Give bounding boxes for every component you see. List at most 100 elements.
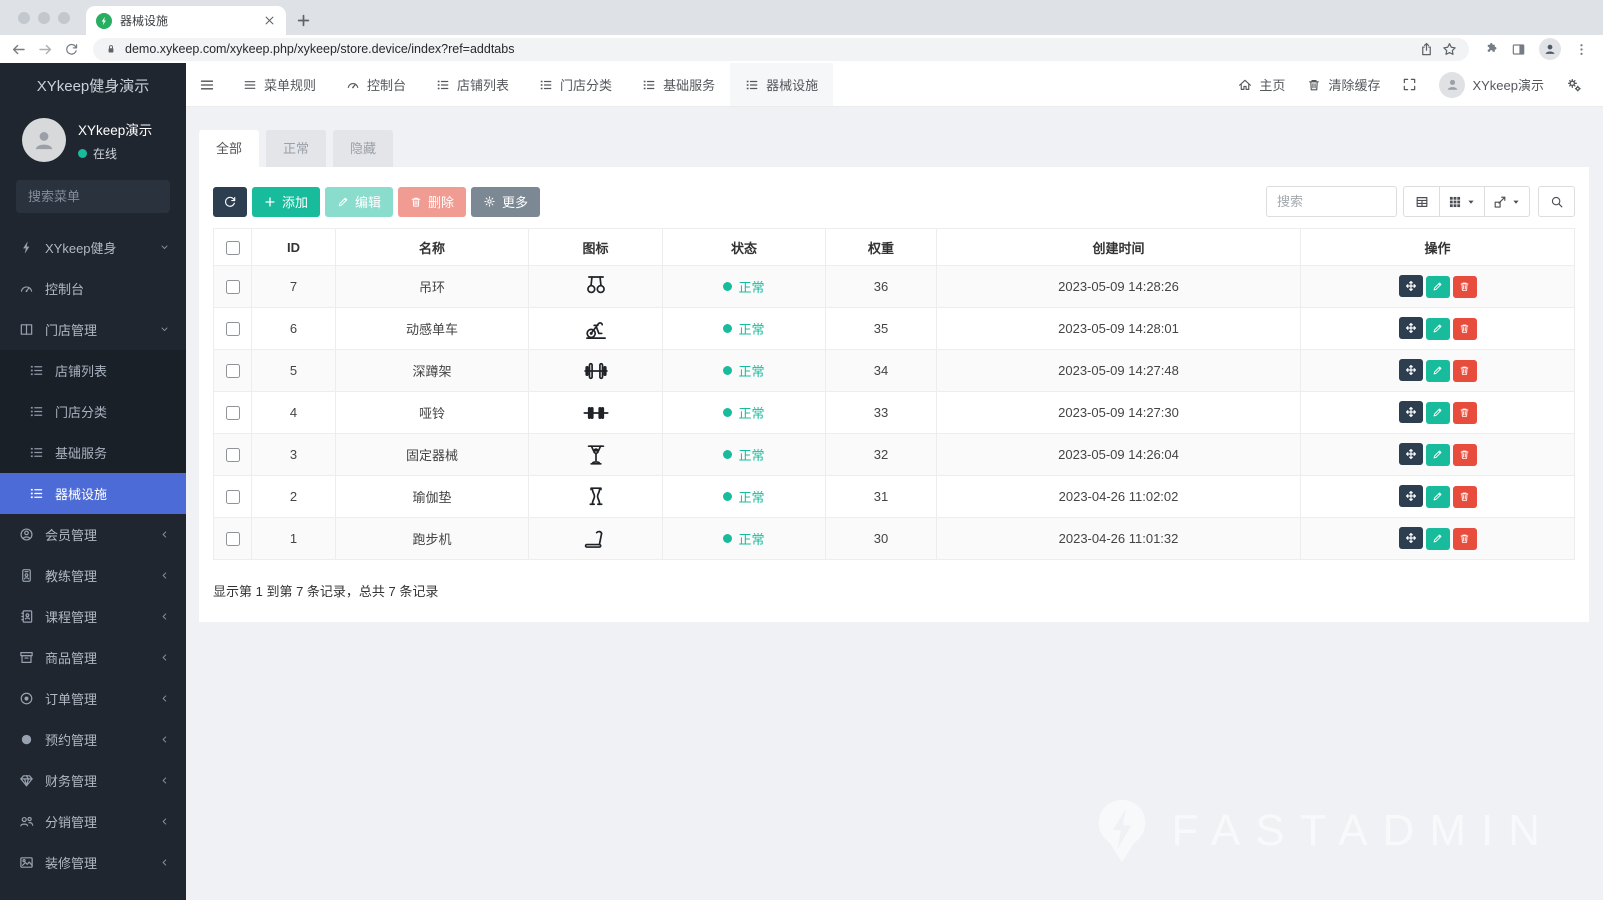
- sidebar-item-course[interactable]: 课程管理: [0, 596, 186, 637]
- filter-tab-1[interactable]: 正常: [266, 130, 327, 167]
- share-icon[interactable]: [1419, 42, 1434, 57]
- paging-switch-button[interactable]: [1403, 186, 1440, 217]
- filter-tab-2[interactable]: 隐藏: [333, 130, 394, 167]
- sidebar-item-distribution[interactable]: 分销管理: [0, 801, 186, 842]
- address-bar[interactable]: demo.xykeep.com/xykeep.php/xykeep/store.…: [93, 37, 1469, 61]
- status-label: 正常: [738, 532, 765, 547]
- sidebar-item-dashboard[interactable]: 控制台: [0, 268, 186, 309]
- pencil-icon: [1432, 449, 1443, 460]
- search-toggle-button[interactable]: [1538, 186, 1575, 217]
- more-button[interactable]: 更多: [471, 186, 541, 217]
- window-close-button[interactable]: [18, 12, 30, 24]
- list-icon: [28, 363, 44, 378]
- columns-button[interactable]: [1440, 186, 1485, 217]
- select-all-checkbox[interactable]: [225, 240, 240, 255]
- topnav-tab-store-list[interactable]: 店铺列表: [421, 63, 524, 106]
- fullscreen-button[interactable]: [1391, 63, 1428, 106]
- home-button[interactable]: 主页: [1227, 63, 1296, 106]
- row-id: 1: [251, 517, 336, 560]
- row-drag-button[interactable]: [1398, 485, 1423, 508]
- sidebar-toggle-icon[interactable]: [186, 77, 228, 93]
- row-drag-button[interactable]: [1398, 275, 1423, 298]
- topnav-tab-dashboard[interactable]: 控制台: [331, 63, 421, 106]
- row-checkbox[interactable]: [225, 532, 240, 547]
- forward-icon[interactable]: [37, 41, 54, 58]
- tab-close-icon[interactable]: [263, 14, 276, 27]
- bookmark-star-icon[interactable]: [1442, 42, 1457, 57]
- sidebar-item-goods[interactable]: 商品管理: [0, 637, 186, 678]
- table-search-input[interactable]: [1266, 186, 1397, 217]
- row-created-time: 2023-04-26 11:01:32: [936, 517, 1301, 560]
- row-delete-button[interactable]: [1452, 443, 1477, 466]
- extensions-puzzle-icon[interactable]: [1483, 42, 1498, 57]
- edit-button[interactable]: 编辑: [325, 186, 394, 217]
- row-checkbox[interactable]: [225, 448, 240, 463]
- sidebar-item-basic-service[interactable]: 基础服务: [0, 432, 186, 473]
- row-name: 固定器械: [335, 433, 529, 476]
- status-dot: [723, 492, 733, 501]
- sidebar-item-store-management[interactable]: 门店管理: [0, 309, 186, 350]
- refresh-button[interactable]: [213, 186, 247, 217]
- topnav-tab-store-category[interactable]: 门店分类: [524, 63, 627, 106]
- delete-button[interactable]: 删除: [398, 186, 467, 217]
- column-header: 创建时间: [936, 228, 1301, 266]
- row-drag-button[interactable]: [1398, 443, 1423, 466]
- sidebar-item-xykeep-fitness[interactable]: XYkeep健身: [0, 227, 186, 268]
- browser-tab[interactable]: 器械设施: [86, 6, 286, 35]
- row-drag-button[interactable]: [1398, 401, 1423, 424]
- export-button[interactable]: [1485, 186, 1530, 217]
- row-delete-button[interactable]: [1452, 527, 1477, 550]
- menu-search-input[interactable]: [28, 189, 186, 204]
- row-status-cell: 正常: [662, 391, 826, 434]
- add-button[interactable]: 添加: [252, 186, 321, 217]
- row-delete-button[interactable]: [1452, 317, 1477, 340]
- back-icon[interactable]: [10, 41, 27, 58]
- settings-button[interactable]: [1555, 63, 1593, 106]
- row-checkbox[interactable]: [225, 322, 240, 337]
- sidebar-item-store-list[interactable]: 店铺列表: [0, 350, 186, 391]
- row-delete-button[interactable]: [1452, 275, 1477, 298]
- window-controls[interactable]: [0, 12, 86, 35]
- topnav-tab-equipment[interactable]: 器械设施: [730, 63, 834, 106]
- clear-cache-button[interactable]: 清除缓存: [1296, 63, 1391, 106]
- reload-icon[interactable]: [64, 42, 79, 57]
- row-delete-button[interactable]: [1452, 401, 1477, 424]
- browser-menu-icon[interactable]: [1574, 42, 1589, 57]
- sidebar-item-label: 财务管理: [45, 774, 98, 789]
- row-edit-button[interactable]: [1425, 485, 1450, 508]
- archive-icon: [18, 650, 34, 665]
- sidebar-item-coach[interactable]: 教练管理: [0, 555, 186, 596]
- row-edit-button[interactable]: [1425, 443, 1450, 466]
- sidebar-item-store-category[interactable]: 门店分类: [0, 391, 186, 432]
- topnav-tab-basic-service[interactable]: 基础服务: [627, 63, 730, 106]
- sidebar-item-member[interactable]: 会员管理: [0, 514, 186, 555]
- filter-tab-0[interactable]: 全部: [199, 130, 260, 167]
- row-edit-button[interactable]: [1425, 359, 1450, 382]
- row-delete-button[interactable]: [1452, 485, 1477, 508]
- row-edit-button[interactable]: [1425, 275, 1450, 298]
- sidebar-item-equipment[interactable]: 器械设施: [0, 473, 186, 514]
- row-checkbox[interactable]: [225, 406, 240, 421]
- row-drag-button[interactable]: [1398, 359, 1423, 382]
- window-minimize-button[interactable]: [38, 12, 50, 24]
- side-panel-icon[interactable]: [1511, 42, 1526, 57]
- row-checkbox[interactable]: [225, 280, 240, 295]
- profile-menu[interactable]: XYkeep演示: [1428, 63, 1555, 106]
- new-tab-button[interactable]: [296, 13, 311, 28]
- sidebar-item-order[interactable]: 订单管理: [0, 678, 186, 719]
- row-edit-button[interactable]: [1425, 317, 1450, 340]
- sidebar-item-decoration[interactable]: 装修管理: [0, 842, 186, 883]
- row-checkbox[interactable]: [225, 490, 240, 505]
- browser-profile-avatar[interactable]: [1539, 38, 1561, 60]
- row-delete-button[interactable]: [1452, 359, 1477, 382]
- sidebar-item-booking[interactable]: 预约管理: [0, 719, 186, 760]
- row-drag-button[interactable]: [1398, 317, 1423, 340]
- row-edit-button[interactable]: [1425, 527, 1450, 550]
- sidebar-item-finance[interactable]: 财务管理: [0, 760, 186, 801]
- table-panel: 添加 编辑 删除 更多 搜索 ID 名称 图标 状态 权重 创建时间 操作 7 …: [199, 167, 1589, 622]
- row-edit-button[interactable]: [1425, 401, 1450, 424]
- row-drag-button[interactable]: [1398, 527, 1423, 550]
- topnav-tab-menu-rules[interactable]: 菜单规则: [228, 63, 331, 106]
- window-zoom-button[interactable]: [58, 12, 70, 24]
- row-checkbox[interactable]: [225, 364, 240, 379]
